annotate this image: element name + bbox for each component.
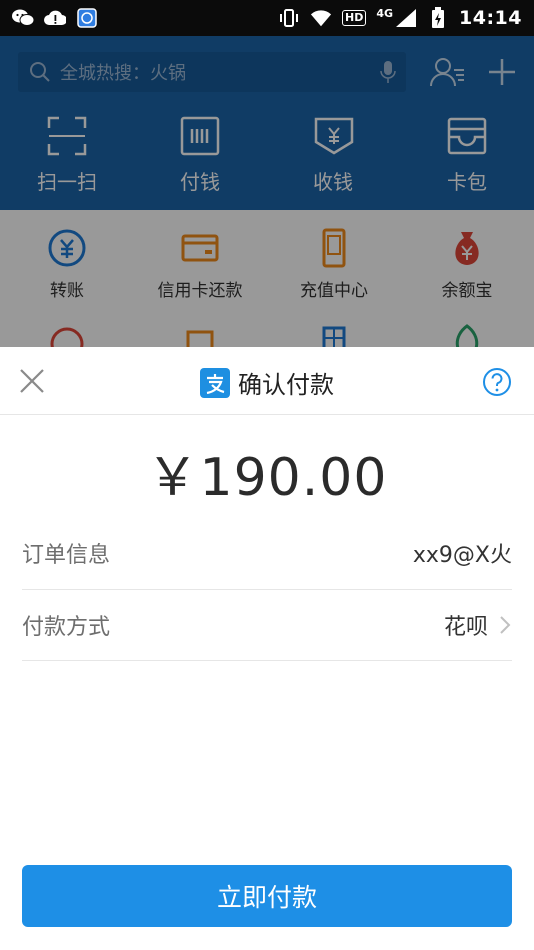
payment-confirm-sheet: 确认付款 ￥190.00 订单信息 xx9@X火 付款方式 花呗 立即付款 (0, 347, 534, 950)
order-info-row: 订单信息 xx9@X火 (22, 517, 512, 589)
wifi-icon (310, 7, 332, 29)
alipay-logo-icon (200, 367, 230, 398)
pay-now-button[interactable]: 立即付款 (22, 865, 512, 927)
clock: 14:14 (459, 7, 522, 29)
payment-method-value: 花呗 (443, 615, 488, 640)
vibrate-icon (278, 7, 300, 29)
payment-amount: ￥190.00 (146, 448, 388, 508)
battery-icon (427, 7, 449, 29)
app-icon (76, 7, 98, 29)
status-bar: HD 4G 14:14 (0, 0, 534, 36)
chevron-right-icon (500, 616, 511, 634)
wechat-icon (12, 7, 34, 29)
help-icon[interactable] (482, 367, 512, 397)
payment-method-label: 付款方式 (22, 615, 111, 640)
network-type: 4G (376, 6, 394, 20)
signal-icon (395, 7, 417, 29)
payment-method-row[interactable]: 付款方式 花呗 (22, 589, 512, 661)
hd-badge: HD (341, 10, 367, 26)
sheet-header: 确认付款 (0, 347, 534, 415)
sheet-title: 确认付款 (0, 365, 534, 400)
order-info-label: 订单信息 (22, 543, 111, 568)
alert-cloud-icon (44, 7, 66, 29)
order-info-value: xx9@X火 (412, 543, 512, 568)
